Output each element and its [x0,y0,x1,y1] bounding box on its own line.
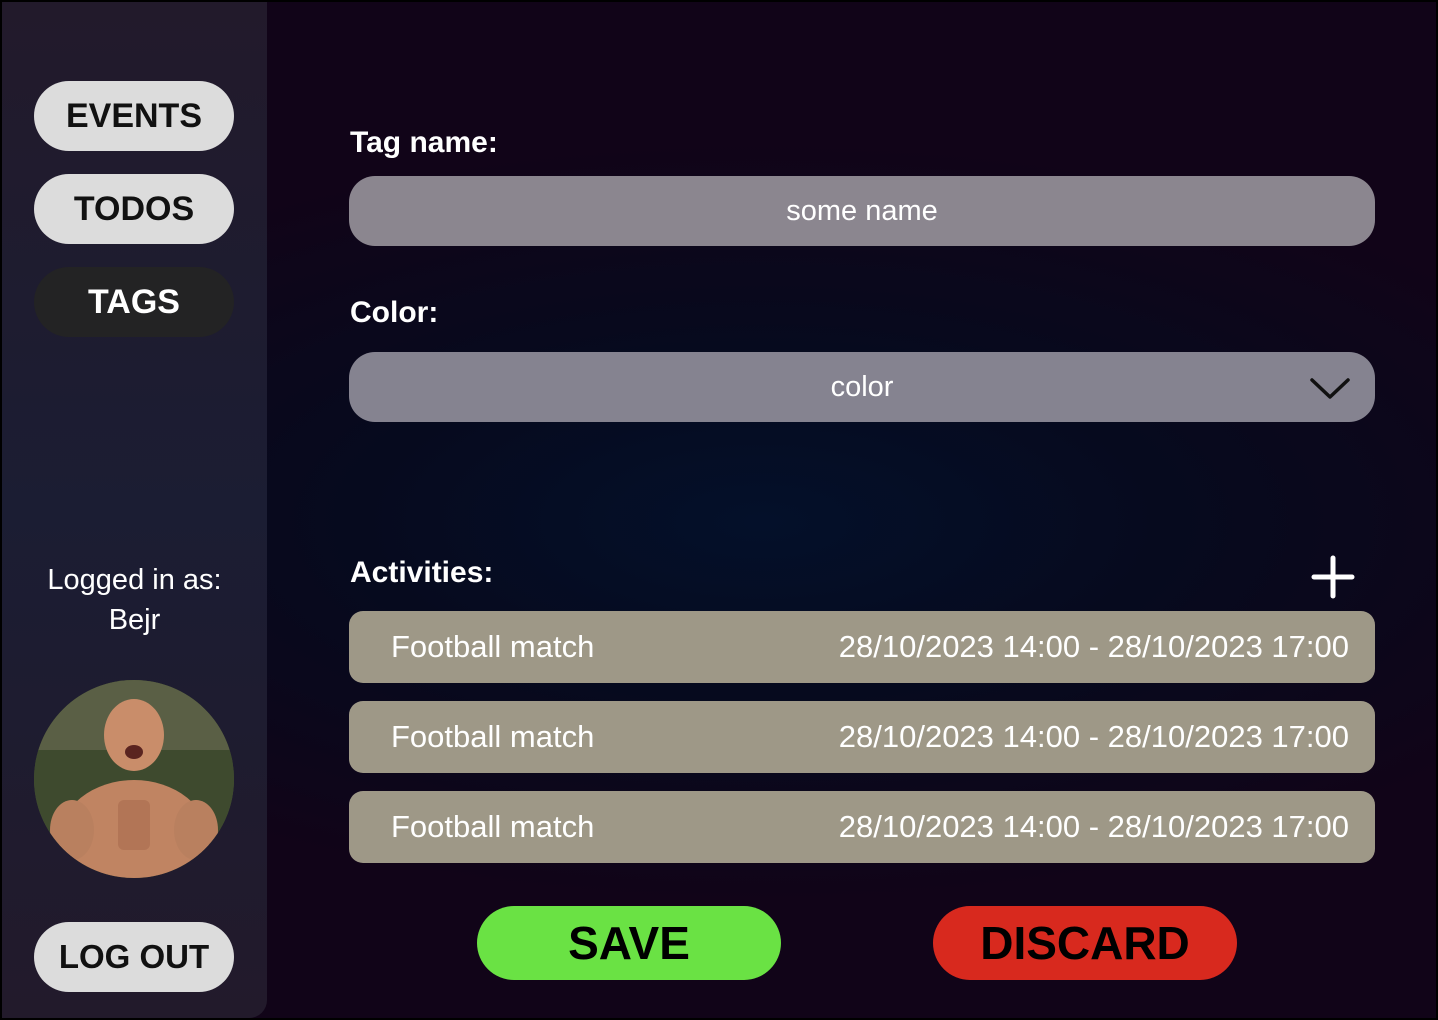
activity-name: Football match [391,629,595,664]
color-select-value: color [830,370,894,403]
sidebar: EVENTS TODOS TAGS Logged in as: Bejr LOG… [2,2,267,1018]
plus-icon[interactable] [1308,552,1358,602]
user-avatar [34,680,234,878]
activity-row[interactable]: Football match 28/10/2023 14:00 - 28/10/… [349,611,1375,683]
chevron-down-icon [1310,378,1350,399]
nav-tags-button[interactable]: TAGS [34,267,234,337]
activity-name: Football match [391,809,595,844]
app-window: EVENTS TODOS TAGS Logged in as: Bejr LOG… [0,0,1438,1020]
tag-name-input[interactable] [349,193,1375,229]
tag-name-field[interactable] [349,176,1375,246]
color-select[interactable]: color [349,352,1375,422]
tag-name-label: Tag name: [350,126,498,159]
logged-in-label: Logged in as: [47,564,222,596]
logout-button[interactable]: LOG OUT [34,922,234,992]
activity-row[interactable]: Football match 28/10/2023 14:00 - 28/10/… [349,791,1375,863]
nav-todos-button[interactable]: TODOS [34,174,234,244]
activity-time: 28/10/2023 14:00 - 28/10/2023 17:00 [838,629,1349,664]
avatar-icon [34,680,234,878]
activity-time: 28/10/2023 14:00 - 28/10/2023 17:00 [838,719,1349,754]
discard-button[interactable]: DISCARD [933,906,1237,980]
activity-time: 28/10/2023 14:00 - 28/10/2023 17:00 [838,809,1349,844]
username: Bejr [108,604,161,636]
activity-name: Football match [391,719,595,754]
activities-label: Activities: [350,556,494,589]
nav-events-button[interactable]: EVENTS [34,81,234,151]
color-label: Color: [350,296,439,329]
save-button[interactable]: SAVE [477,906,781,980]
activity-row[interactable]: Football match 28/10/2023 14:00 - 28/10/… [349,701,1375,773]
